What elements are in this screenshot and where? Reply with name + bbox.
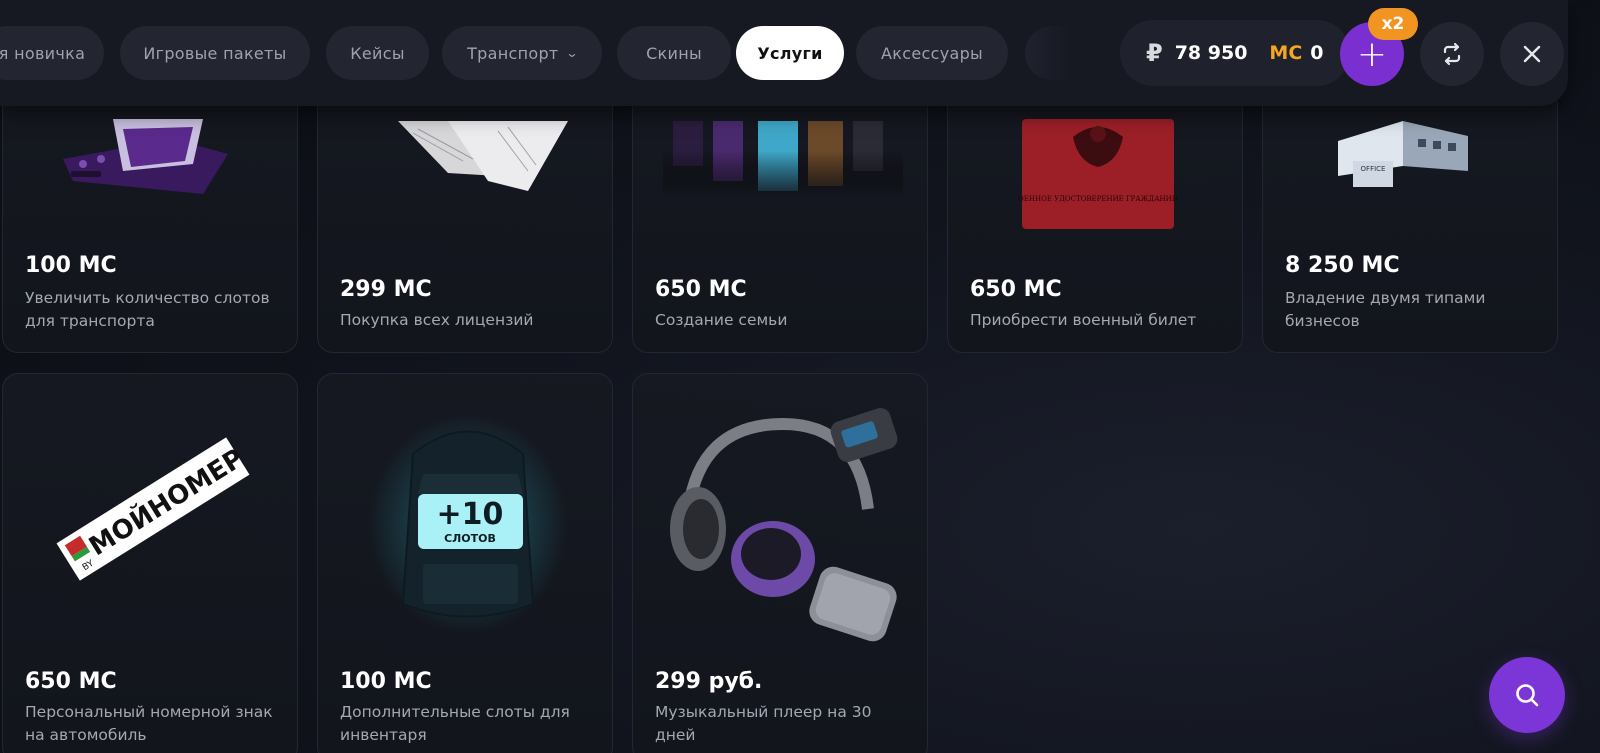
card-description: Дополнительные слоты для инвентаря bbox=[340, 703, 570, 744]
plate-number-text: МОЙНОМЕР bbox=[83, 442, 249, 563]
product-card[interactable]: +10 СЛОТОВ 100 MC Дополнительные слоты д… bbox=[317, 373, 613, 753]
license-plate-icon: BY МОЙНОМЕР bbox=[56, 437, 249, 581]
tab-label: Скины bbox=[646, 43, 702, 63]
slots-badge-label: СЛОТОВ bbox=[444, 532, 496, 545]
search-button[interactable] bbox=[1489, 657, 1565, 733]
balance-panel: ₽ 78 950 MC 0 bbox=[1120, 20, 1350, 86]
tab-services[interactable]: Услуги bbox=[736, 26, 844, 80]
tab-cases[interactable]: Кейсы bbox=[326, 26, 429, 80]
tab-beginner[interactable]: я новичка bbox=[0, 26, 104, 80]
card-price: 100 MC bbox=[340, 669, 432, 694]
garage-tablet-icon bbox=[63, 119, 228, 194]
close-icon bbox=[1523, 45, 1541, 63]
product-card[interactable]: 299 руб. Музыкальный плеер на 30 дней bbox=[632, 373, 928, 753]
top-navigation-bar: я новичка Игровые пакеты Кейсы Транспорт… bbox=[0, 0, 1568, 106]
slots-badge-number: +10 bbox=[437, 497, 504, 532]
tab-label: Игровые пакеты bbox=[143, 43, 287, 63]
military-id-text: ВОЕННОЕ УДОСТОВЕРЕНИЕ ГРАЖДАНИНА bbox=[1018, 195, 1178, 203]
ruble-icon: ₽ bbox=[1146, 39, 1163, 67]
ms-balance: 0 bbox=[1310, 42, 1324, 64]
product-card[interactable]: BY МОЙНОМЕР 650 MC Персональный номерной… bbox=[2, 373, 298, 753]
tab-label: Аксессуары bbox=[881, 43, 983, 63]
refresh-icon bbox=[1443, 42, 1461, 66]
military-id-icon: ВОЕННОЕ УДОСТОВЕРЕНИЕ ГРАЖДАНИНА bbox=[1018, 119, 1178, 229]
tab-label: Транспорт bbox=[467, 43, 559, 63]
card-description: Увеличить количество слотов для транспор… bbox=[25, 289, 270, 330]
card-price: 299 руб. bbox=[655, 669, 763, 694]
card-description: Владение двумя типами бизнесов bbox=[1285, 289, 1486, 330]
backpack-icon: +10 СЛОТОВ bbox=[368, 414, 568, 634]
product-card[interactable]: OFFICE 8 250 MC Владение двумя типами би… bbox=[1262, 90, 1558, 353]
refresh-button[interactable] bbox=[1420, 22, 1484, 86]
card-price: 650 MC bbox=[25, 669, 117, 694]
multiplier-badge: x2 bbox=[1368, 8, 1418, 40]
product-card[interactable]: 299 MC Покупка всех лицензий bbox=[317, 90, 613, 353]
card-price: 8 250 MC bbox=[1285, 253, 1400, 278]
card-description: Создание семьи bbox=[655, 311, 788, 329]
card-description: Персональный номерной знак на автомобиль bbox=[25, 703, 273, 744]
product-card[interactable]: ВОЕННОЕ УДОСТОВЕРЕНИЕ ГРАЖДАНИНА 650 MC … bbox=[947, 90, 1243, 353]
card-description: Покупка всех лицензий bbox=[340, 311, 534, 329]
documents-icon bbox=[398, 121, 568, 191]
ms-currency-label: MC bbox=[1269, 42, 1303, 64]
tab-label: Кейсы bbox=[350, 43, 405, 63]
tab-accessories[interactable]: Аксессуары bbox=[856, 26, 1008, 80]
tab-game-packs[interactable]: Игровые пакеты bbox=[120, 26, 310, 80]
tabs-fade-overlay bbox=[1008, 20, 1118, 86]
close-button[interactable] bbox=[1500, 22, 1564, 86]
card-description: Музыкальный плеер на 30 дней bbox=[655, 703, 872, 744]
card-price: 299 MC bbox=[340, 277, 432, 302]
family-icon bbox=[663, 121, 903, 201]
office-sign-text: OFFICE bbox=[1361, 165, 1386, 173]
tab-transport[interactable]: Транспорт ⌄ bbox=[442, 26, 602, 80]
tab-label: я новичка bbox=[0, 43, 86, 63]
chevron-down-icon: ⌄ bbox=[564, 46, 579, 60]
product-card[interactable]: 650 MC Создание семьи bbox=[632, 90, 928, 353]
card-price: 650 MC bbox=[970, 277, 1062, 302]
office-building-icon: OFFICE bbox=[1338, 121, 1468, 187]
card-description: Приобрести военный билет bbox=[970, 311, 1197, 329]
headphones-player-icon bbox=[670, 408, 898, 642]
card-price: 650 MC bbox=[655, 277, 747, 302]
card-price: 100 MC bbox=[25, 253, 117, 278]
tab-skins[interactable]: Скины bbox=[617, 26, 731, 80]
tab-label: Услуги bbox=[757, 43, 823, 63]
search-icon bbox=[1516, 684, 1539, 707]
product-card[interactable]: 100 MC Увеличить количество слотов для т… bbox=[2, 90, 298, 353]
rub-balance: 78 950 bbox=[1174, 42, 1248, 64]
